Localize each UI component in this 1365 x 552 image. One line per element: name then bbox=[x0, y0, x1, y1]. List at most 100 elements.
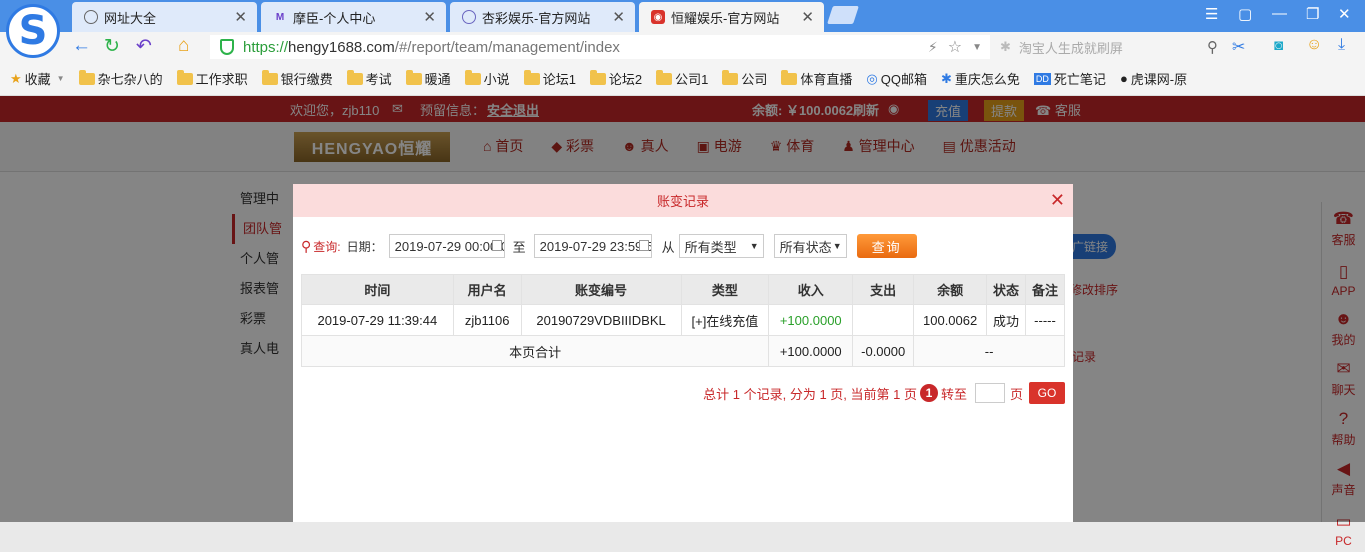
tab-mochen[interactable]: M 摩臣-个人中心 ✕ bbox=[261, 2, 446, 32]
download-icon[interactable]: ⤓ bbox=[1338, 36, 1345, 54]
tab-hengyao[interactable]: ◉ 恒耀娱乐-官方网站 ✕ bbox=[639, 2, 824, 32]
bookmark-folder[interactable]: 杂七杂八的 bbox=[78, 69, 163, 88]
scissors-icon[interactable]: ✂ bbox=[1232, 37, 1245, 57]
summary-label: 本页合计 bbox=[300, 335, 770, 367]
date-label: 日期： bbox=[346, 239, 383, 254]
date-to-input[interactable]: 2019-07-29 23:59:59 bbox=[533, 234, 652, 258]
close-window-icon[interactable]: ✕ bbox=[1338, 5, 1351, 23]
column-header: 用户名 bbox=[452, 274, 522, 305]
translate-icon[interactable]: ◙ bbox=[1274, 37, 1283, 54]
summary-rest: -- bbox=[913, 335, 1065, 367]
cell-type: [+]在线充值 bbox=[680, 304, 770, 336]
new-tab-button[interactable] bbox=[827, 6, 859, 24]
folder-icon bbox=[78, 69, 95, 85]
bookmark-baidu[interactable]: ✱ 重庆怎么免 bbox=[941, 69, 1020, 88]
undo-icon[interactable]: ↶ bbox=[136, 35, 152, 58]
calendar-icon bbox=[491, 240, 502, 251]
back-icon[interactable]: ← bbox=[72, 35, 91, 57]
browser-logo[interactable]: S bbox=[6, 4, 60, 58]
modal-title: 账变记录 bbox=[656, 194, 709, 209]
page-number-input[interactable] bbox=[974, 383, 1005, 403]
folder-icon bbox=[464, 69, 481, 85]
address-toolbar: ← ↻ ↶ ⌂ https://hengy1688.com/#/report/t… bbox=[0, 32, 1365, 62]
tab-xingcai[interactable]: 杏彩娱乐-官方网站 ✕ bbox=[450, 2, 635, 32]
summary-expense: -0.0000 bbox=[852, 335, 915, 367]
folder-icon bbox=[589, 69, 606, 85]
bookmark-folder[interactable]: 银行缴费 bbox=[261, 69, 333, 88]
pagination-summary: 总计 1 个记录, 分为 1 页, 当前第 1 页 bbox=[703, 386, 917, 402]
bookmarks-bar: ★ 收藏 ▼ 杂七杂八的 工作求职 银行缴费 考试 暖通 小说 论坛1 论坛2 公司… bbox=[0, 62, 1365, 96]
query-button[interactable]: 查询 bbox=[856, 234, 917, 258]
close-tab-icon[interactable]: ✕ bbox=[423, 8, 436, 26]
site-icon bbox=[462, 10, 476, 24]
close-tab-icon[interactable]: ✕ bbox=[612, 8, 625, 26]
star-icon[interactable]: ☆ bbox=[948, 37, 962, 57]
calendar-icon bbox=[638, 240, 649, 251]
url-bar[interactable]: https://hengy1688.com/#/report/team/mana… bbox=[210, 35, 990, 59]
bookmark-folder[interactable]: 体育直播 bbox=[781, 69, 852, 88]
more-icon[interactable]: ☺ bbox=[1306, 36, 1322, 54]
bookmark-link[interactable]: DD 死亡笔记 bbox=[1033, 69, 1106, 88]
close-tab-icon[interactable]: ✕ bbox=[801, 8, 814, 26]
site-icon: M bbox=[275, 11, 285, 23]
search-icon: ⚲ bbox=[301, 237, 312, 254]
bookmark-folder[interactable]: 小说 bbox=[464, 69, 510, 88]
paw-icon: ✱ bbox=[941, 70, 952, 86]
chevron-down-icon: ▼ bbox=[56, 74, 65, 83]
cell-note: ----- bbox=[1025, 304, 1065, 336]
date-from-input[interactable]: 2019-07-29 00:00:00 bbox=[388, 234, 505, 258]
bookmark-link[interactable]: ● 虎课网-原 bbox=[1120, 69, 1187, 88]
bookmark-folder[interactable]: 暖通 bbox=[405, 69, 451, 88]
close-tab-icon[interactable]: ✕ bbox=[234, 8, 247, 26]
folder-icon bbox=[176, 69, 193, 85]
chevron-down-icon[interactable]: ▼ bbox=[972, 42, 982, 53]
tiger-icon: ● bbox=[1119, 71, 1128, 86]
reload-icon[interactable]: ↻ bbox=[104, 35, 120, 58]
query-label: ⚲ 查询: bbox=[301, 237, 341, 254]
menu-icon[interactable]: ☰ bbox=[1205, 5, 1218, 23]
column-header: 备注 bbox=[1025, 274, 1065, 305]
type-select[interactable]: 所有类型 ▼ bbox=[678, 234, 764, 258]
globe-icon bbox=[84, 10, 98, 24]
bookmark-folder[interactable]: 公司1 bbox=[656, 69, 708, 88]
modal-header: 账变记录 ✕ bbox=[293, 184, 1073, 217]
cell-record-id: 20190729VDBIIIDBKL bbox=[520, 304, 682, 336]
column-header: 时间 bbox=[301, 274, 454, 305]
cell-time: 2019-07-29 11:39:44 bbox=[301, 304, 454, 336]
site-icon: DD bbox=[1033, 72, 1051, 85]
folder-icon bbox=[656, 69, 673, 85]
cell-status: 成功 bbox=[986, 304, 1027, 336]
restore-icon[interactable]: ❐ bbox=[1306, 5, 1319, 23]
bookmark-folder[interactable]: 工作求职 bbox=[176, 69, 248, 88]
search-box[interactable]: ✱ 淘宝人生成就刷屏 ⚲ bbox=[1000, 35, 1218, 59]
column-header: 账变编号 bbox=[520, 274, 682, 305]
home-icon[interactable]: ⌂ bbox=[178, 35, 189, 57]
column-header: 状态 bbox=[986, 274, 1027, 305]
paw-icon: ✱ bbox=[1000, 39, 1011, 54]
column-header: 收入 bbox=[768, 274, 854, 305]
lightning-icon[interactable]: ⚡ bbox=[928, 39, 938, 56]
bookmark-qqmail[interactable]: ◎ QQ邮箱 bbox=[866, 69, 927, 88]
cell-expense bbox=[852, 304, 915, 336]
records-table: 时间 用户名 账变编号 类型 收入 支出 余额 状态 备注 2019-07-29… bbox=[300, 274, 1065, 367]
minimize-icon[interactable]: — bbox=[1272, 5, 1287, 22]
bookmark-folder[interactable]: 论坛2 bbox=[589, 69, 642, 88]
close-icon[interactable]: ✕ bbox=[1050, 190, 1065, 211]
site-icon: ◉ bbox=[651, 10, 665, 24]
folder-icon bbox=[346, 69, 363, 85]
bookmark-folder[interactable]: 考试 bbox=[346, 69, 392, 88]
bookmark-folder[interactable]: 论坛1 bbox=[523, 69, 576, 88]
bookmark-favorites[interactable]: ★ 收藏 ▼ bbox=[10, 69, 65, 88]
cell-balance: 100.0062 bbox=[913, 304, 988, 336]
go-button[interactable]: GO bbox=[1029, 382, 1065, 404]
column-header: 支出 bbox=[852, 274, 915, 305]
page-label: 页 bbox=[1009, 386, 1023, 402]
skin-icon[interactable]: ▢ bbox=[1238, 5, 1252, 23]
status-select[interactable]: 所有状态 ▼ bbox=[773, 234, 847, 258]
current-page[interactable]: 1 bbox=[919, 384, 938, 402]
tab-web-directory[interactable]: 网址大全 ✕ bbox=[72, 2, 257, 32]
search-icon[interactable]: ⚲ bbox=[1207, 38, 1218, 56]
from-label: 从 bbox=[661, 239, 675, 255]
cell-income: +100.0000 bbox=[768, 304, 854, 336]
bookmark-folder[interactable]: 公司 bbox=[722, 69, 767, 88]
